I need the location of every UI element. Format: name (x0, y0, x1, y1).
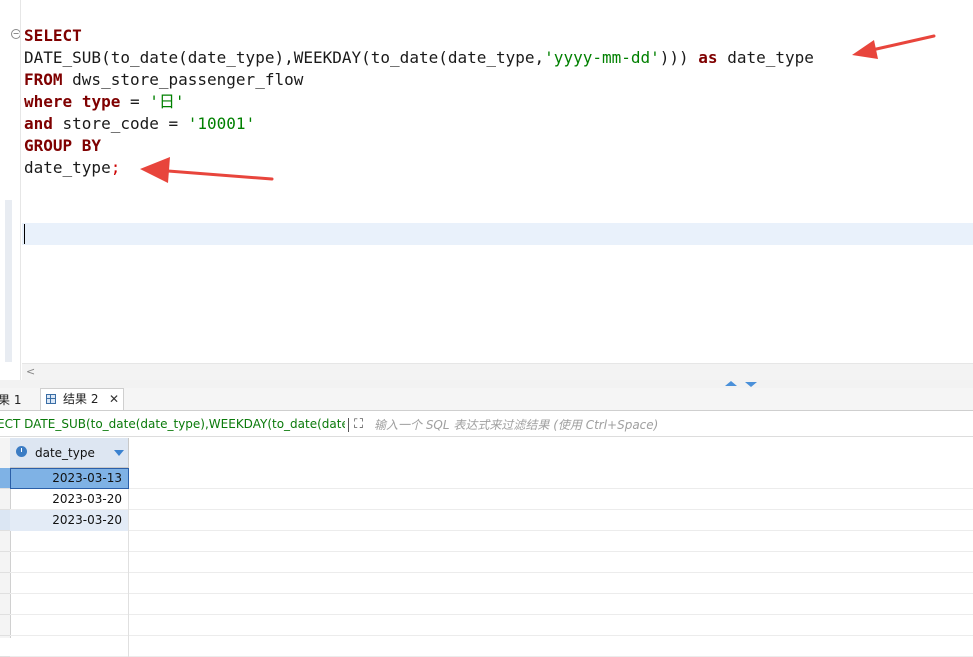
code-token: type (81, 92, 121, 111)
code-token: FROM (24, 70, 63, 89)
column-header-label: date_type (35, 446, 95, 460)
row-number-cell[interactable] (0, 489, 10, 510)
code-line[interactable]: and store_code = '10001' (24, 113, 814, 135)
clock-icon (16, 446, 27, 457)
grid-icon (46, 394, 56, 404)
table-row[interactable] (0, 573, 973, 594)
table-row[interactable] (0, 615, 973, 636)
code-line[interactable]: where type = '日' (24, 91, 814, 113)
query-filter-bar: ECT DATE_SUB(to_date(date_type),WEEKDAY(… (0, 414, 973, 437)
tab-result-1[interactable]: 果 1 (0, 390, 27, 410)
scroll-left-icon[interactable]: < (26, 365, 35, 378)
code-line[interactable]: date_type; (24, 157, 814, 179)
row-number-cell[interactable] (0, 636, 10, 657)
table-cell[interactable] (10, 552, 129, 573)
results-tab-bar: 果 1 结果 2 ✕ (0, 388, 973, 411)
expand-icon[interactable]: ⛶ (354, 418, 368, 432)
row-number-cell[interactable] (0, 594, 10, 615)
table-row[interactable]: 2023-03-20 (0, 510, 973, 531)
code-token: 'yyyy-mm-dd' (544, 48, 660, 67)
code-token: as (698, 48, 718, 67)
code-token: where (24, 92, 73, 111)
row-number-cell[interactable] (0, 615, 10, 636)
code-token: SELECT (24, 26, 82, 45)
table-cell[interactable]: 2023-03-20 (10, 510, 129, 531)
query-divider (348, 418, 349, 432)
executed-query-text: ECT DATE_SUB(to_date(date_type),WEEKDAY(… (0, 417, 345, 431)
column-header-date-type[interactable]: date_type (10, 438, 129, 468)
code-token: date_type (717, 48, 814, 67)
code-token: date_type (24, 158, 111, 177)
code-token: store_code = (52, 114, 188, 133)
results-grid: date_type 2023-03-13 2023-03-20 2023-03-20 (0, 438, 973, 657)
table-row[interactable]: 2023-03-20 (0, 489, 973, 510)
row-number-cell[interactable] (0, 531, 10, 552)
code-token: and (24, 114, 53, 133)
code-line[interactable]: DATE_SUB(to_date(date_type),WEEKDAY(to_d… (24, 47, 814, 69)
table-row[interactable] (0, 636, 973, 657)
table-cell[interactable] (10, 594, 129, 615)
horizontal-scrollbar[interactable]: < (22, 363, 973, 381)
text-caret (24, 224, 25, 244)
code-token: = (120, 92, 150, 111)
code-token: ; (110, 158, 121, 177)
table-cell[interactable] (10, 636, 129, 657)
table-cell[interactable] (10, 531, 129, 552)
maximize-editor-icon[interactable] (725, 381, 737, 386)
row-number-cell[interactable] (0, 468, 10, 489)
code-line[interactable]: GROUP BY (24, 135, 814, 157)
row-number-cell[interactable] (0, 510, 10, 531)
gutter-marker (5, 200, 12, 362)
code-token: '10001' (187, 114, 256, 133)
code-token: DATE_SUB(to_date(date_type),WEEKDAY(to_d… (24, 48, 545, 67)
code-line[interactable]: FROM dws_store_passenger_flow (24, 69, 814, 91)
maximize-results-icon[interactable] (745, 382, 757, 387)
tab-result-2-label: 结果 2 (63, 392, 99, 406)
code-token: dws_store_passenger_flow (62, 70, 304, 89)
table-row[interactable]: 2023-03-13 (0, 468, 973, 489)
table-cell[interactable]: 2023-03-20 (10, 489, 129, 510)
code-line[interactable]: SELECT (24, 25, 814, 47)
row-number-cell[interactable] (0, 573, 10, 594)
table-cell[interactable] (10, 573, 129, 594)
close-icon[interactable]: ✕ (109, 389, 119, 409)
row-number-cell[interactable] (0, 552, 10, 573)
table-cell[interactable] (10, 615, 129, 636)
code-token: '日' (149, 92, 185, 111)
tab-result-2[interactable]: 结果 2 ✕ (40, 388, 124, 410)
code-token: ))) (659, 48, 699, 67)
table-row[interactable] (0, 552, 973, 573)
table-cell[interactable]: 2023-03-13 (10, 468, 129, 489)
sql-editor[interactable]: − SELECT DATE_SUB(to_date(date_type),WEEK… (0, 0, 973, 381)
filter-input[interactable] (374, 416, 874, 434)
table-row[interactable] (0, 594, 973, 615)
editor-gutter: − (0, 0, 21, 380)
code-token: GROUP BY (24, 136, 102, 155)
gutter-divider (20, 0, 21, 380)
sort-dropdown-icon[interactable] (114, 450, 124, 456)
table-row[interactable] (0, 531, 973, 552)
current-line-highlight (22, 223, 973, 245)
panel-splitter[interactable] (0, 380, 973, 388)
code-area[interactable]: SELECT DATE_SUB(to_date(date_type),WEEKDA… (24, 25, 814, 179)
